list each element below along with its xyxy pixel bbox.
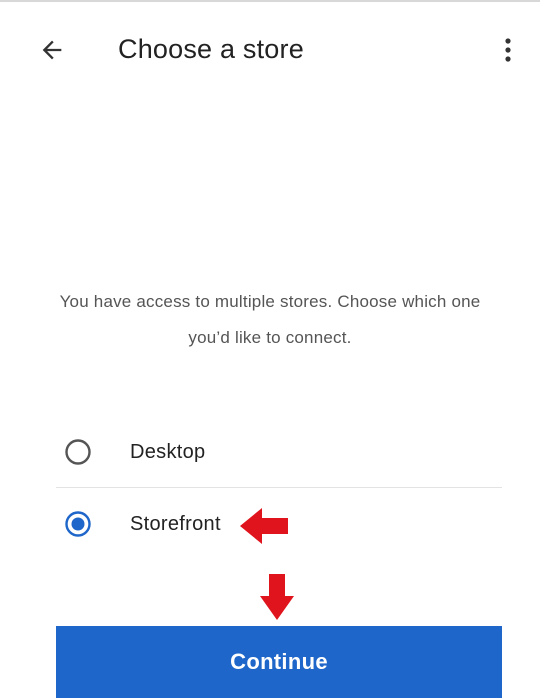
more-vertical-icon [505, 38, 511, 62]
continue-button[interactable]: Continue [56, 626, 502, 698]
page-title: Choose a store [118, 34, 304, 64]
info-message: You have access to multiple stores. Choo… [59, 292, 481, 347]
annotation-arrow-down-icon [260, 574, 294, 620]
overflow-menu-button[interactable] [490, 30, 526, 70]
app-bar: Choose a store [0, 2, 540, 94]
arrow-back-icon [42, 40, 62, 60]
annotation-arrow-left-icon [240, 508, 288, 544]
store-option-desktop[interactable]: Desktop [56, 418, 502, 486]
radio-checked-icon[interactable] [64, 510, 92, 538]
back-button[interactable] [32, 30, 72, 70]
option-divider [56, 487, 502, 488]
radio-unchecked-icon[interactable] [64, 438, 92, 466]
store-option-label: Desktop [130, 440, 206, 463]
store-option-label: Storefront [130, 512, 221, 535]
choose-store-screen: Choose a store You have access to multip… [0, 0, 540, 698]
